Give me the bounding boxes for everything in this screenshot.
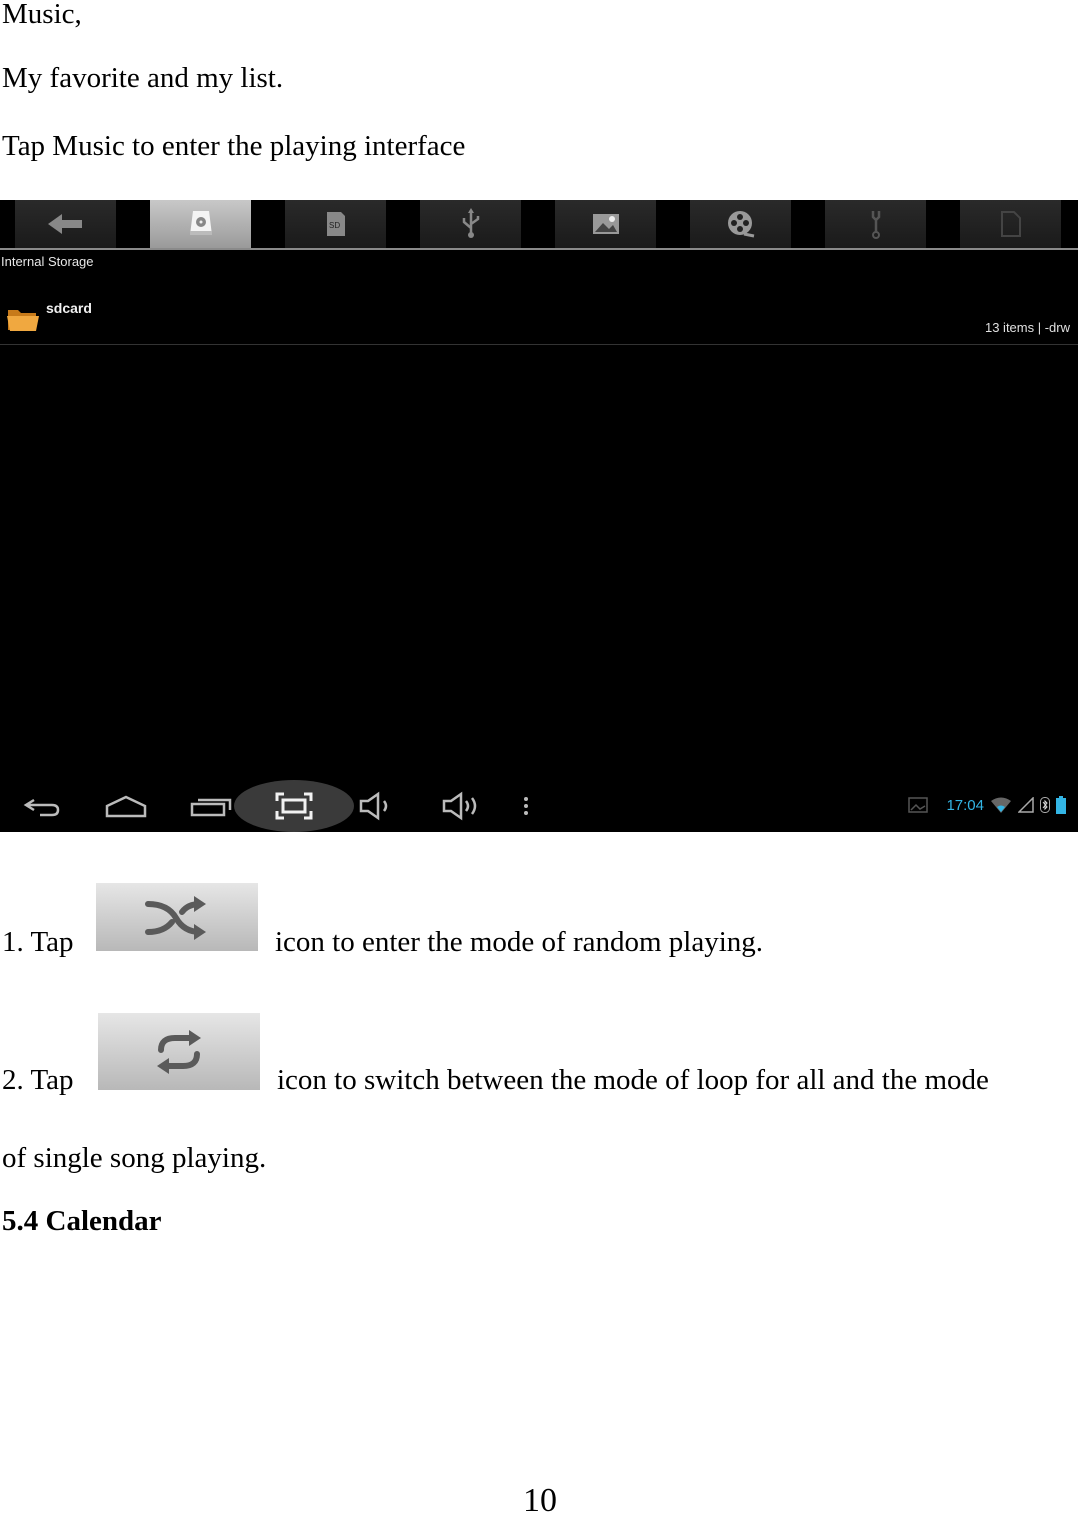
shuffle-button-image — [96, 883, 258, 951]
image-icon — [592, 214, 619, 234]
intro-line-3: Tap Music to enter the playing interface — [2, 130, 466, 162]
intro-line-1: Music, — [2, 0, 82, 30]
bluetooth-icon — [1040, 797, 1050, 813]
folder-info: 13 items | -drw — [984, 320, 1070, 335]
home-icon — [105, 795, 147, 818]
system-navigation-bar: 17:04 — [0, 780, 1078, 832]
signal-icon — [1018, 797, 1034, 813]
folder-icon — [7, 310, 39, 331]
step-1-prefix: 1. Tap — [2, 926, 74, 958]
file-list-item[interactable]: sdcard 13 items | -drw — [0, 288, 1078, 345]
nav-recent-apps-button[interactable] — [190, 788, 234, 824]
volume-down-icon — [359, 791, 388, 821]
video-reel-icon — [727, 211, 754, 238]
screenshot-icon — [275, 792, 313, 820]
volume-up-icon — [442, 791, 477, 821]
tab-tools[interactable] — [825, 200, 926, 248]
file-manager-screenshot: SD Internal Storage sdcard 13 items | -d… — [0, 200, 1078, 832]
tab-images[interactable] — [555, 200, 656, 248]
battery-icon — [1056, 796, 1066, 814]
usb-icon — [462, 208, 479, 238]
nav-menu-button[interactable] — [518, 788, 534, 824]
section-heading: 5.4 Calendar — [2, 1205, 162, 1237]
wifi-icon — [991, 797, 1011, 813]
repeat-button-image — [98, 1013, 260, 1090]
tab-divider — [0, 248, 1078, 250]
shuffle-icon — [145, 896, 206, 940]
repeat-icon — [157, 1029, 201, 1074]
nav-volume-down-button[interactable] — [356, 788, 396, 824]
internal-storage-icon — [189, 211, 212, 235]
step-1-text: icon to enter the mode of random playing… — [275, 926, 764, 958]
nav-volume-up-button[interactable] — [440, 788, 484, 824]
tab-usb[interactable] — [420, 200, 521, 248]
tab-documents[interactable] — [960, 200, 1061, 248]
tab-video[interactable] — [690, 200, 791, 248]
folder-name: sdcard — [46, 300, 92, 316]
back-icon — [23, 798, 60, 817]
menu-icon — [524, 797, 528, 815]
status-area[interactable]: 17:04 — [908, 796, 1066, 814]
sd-card-icon: SD — [326, 212, 345, 236]
step-2-continuation: of single song playing. — [2, 1142, 267, 1174]
current-location: Internal Storage — [1, 254, 94, 269]
clock: 17:04 — [946, 796, 984, 814]
back-arrow-icon — [47, 214, 82, 234]
nav-screenshot-button[interactable] — [272, 788, 316, 824]
recent-apps-icon — [190, 798, 232, 817]
nav-back-button[interactable] — [20, 788, 64, 824]
storage-tabs: SD — [0, 200, 1078, 248]
step-2-text: icon to switch between the mode of loop … — [277, 1064, 989, 1096]
gallery-notification-icon — [908, 797, 929, 813]
tab-sd-card[interactable]: SD — [285, 200, 386, 248]
tab-internal-storage[interactable] — [150, 200, 251, 248]
tab-back[interactable] — [15, 200, 116, 248]
intro-line-2: My favorite and my list. — [2, 62, 284, 94]
tools-icon — [871, 211, 880, 239]
step-2-prefix: 2. Tap — [2, 1064, 74, 1096]
svg-text:SD: SD — [329, 221, 340, 230]
document-icon — [1000, 211, 1021, 237]
nav-home-button[interactable] — [102, 788, 150, 824]
page-number: 10 — [523, 1482, 557, 1519]
